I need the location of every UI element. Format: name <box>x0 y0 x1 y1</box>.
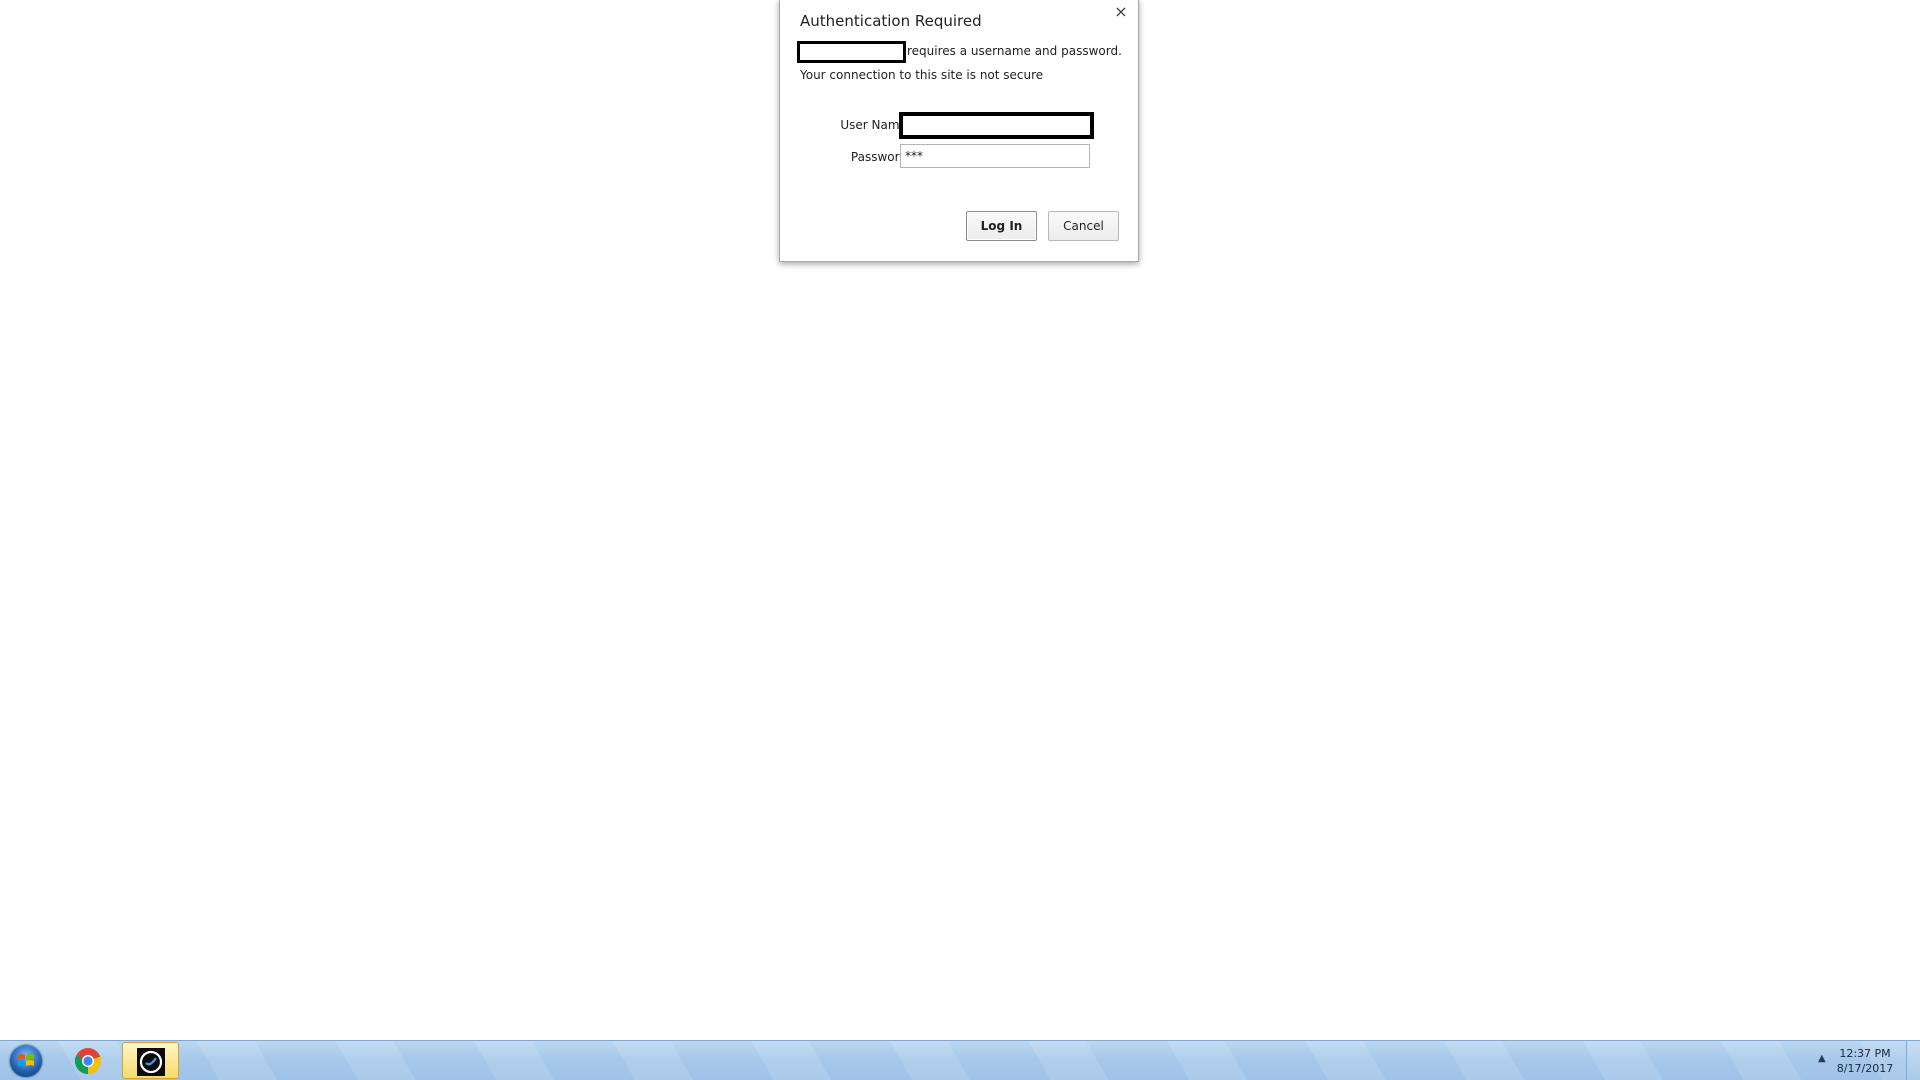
insecure-notice: Your connection to this site is not secu… <box>800 68 1044 82</box>
password-input[interactable] <box>900 144 1090 168</box>
clock-date: 8/17/2017 <box>1836 1062 1894 1075</box>
login-button[interactable]: Log In <box>966 211 1037 241</box>
clock-time: 12:37 PM <box>1839 1047 1891 1060</box>
start-button[interactable] <box>6 1043 48 1079</box>
close-icon[interactable]: × <box>1112 3 1130 21</box>
taskbar-background <box>0 1041 1920 1080</box>
show-desktop-button[interactable] <box>1906 1041 1920 1080</box>
cancel-button[interactable]: Cancel <box>1048 211 1119 241</box>
chrome-icon <box>74 1048 102 1075</box>
username-label: User Name: <box>840 118 911 132</box>
taskbar-app-chrome[interactable] <box>60 1042 117 1079</box>
app-icon <box>137 1048 165 1076</box>
password-label: Password: <box>850 150 911 164</box>
redacted-hostname <box>797 41 906 63</box>
taskbar-app-active[interactable] <box>122 1042 179 1079</box>
dialog-title: Authentication Required <box>800 12 982 30</box>
auth-dialog: Authentication Required × requires a use… <box>779 0 1139 262</box>
windows-start-icon <box>10 1045 42 1077</box>
username-input[interactable] <box>899 112 1094 139</box>
tray-expand-icon[interactable]: ▲ <box>1818 1053 1826 1064</box>
system-clock[interactable]: 12:37 PM 8/17/2017 <box>1830 1046 1900 1076</box>
auth-message: requires a username and password. <box>907 44 1122 58</box>
taskbar: ▲ 12:37 PM 8/17/2017 <box>0 1040 1920 1080</box>
